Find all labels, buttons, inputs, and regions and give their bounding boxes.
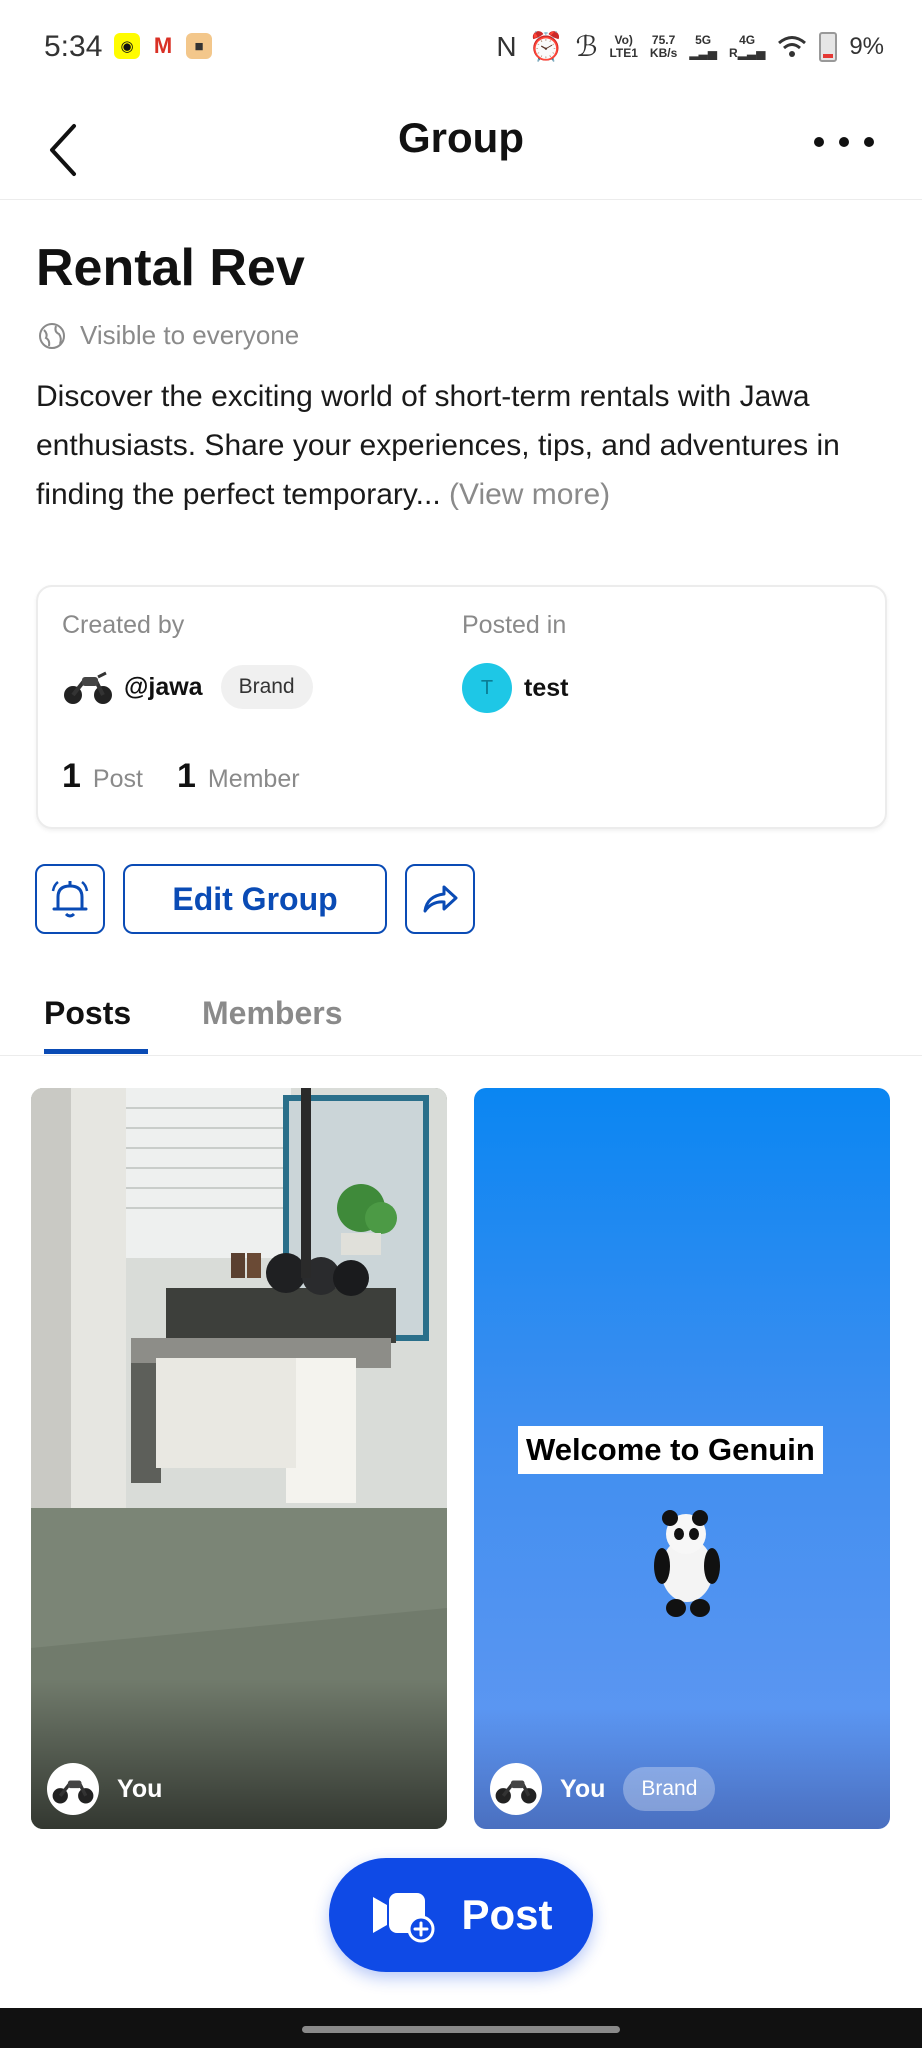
- post-author: You: [560, 1774, 606, 1803]
- status-time: 5:34: [44, 30, 103, 63]
- edit-group-button[interactable]: Edit Group: [123, 864, 387, 934]
- post-author: You: [117, 1774, 163, 1803]
- system-nav-bar: [0, 2008, 922, 2048]
- panda-sticker: [654, 1510, 720, 1617]
- amazon-icon: ■: [186, 33, 212, 59]
- tab-members[interactable]: Members: [202, 995, 343, 1032]
- channel-avatar: T: [462, 663, 512, 713]
- channel-row[interactable]: T test: [462, 663, 568, 713]
- home-handle[interactable]: [302, 2026, 620, 2033]
- alarm-icon: ⏰: [528, 31, 564, 62]
- active-tab-indicator: [44, 1049, 148, 1054]
- share-icon: [423, 885, 458, 913]
- brand-badge: Brand: [220, 665, 313, 709]
- post-footer: You Brand: [490, 1763, 716, 1815]
- member-count-label: Member: [207, 765, 300, 793]
- create-post-button[interactable]: Post: [329, 1858, 593, 1972]
- group-description: Discover the exciting world of short-ter…: [36, 372, 886, 519]
- member-count: 1: [176, 757, 196, 795]
- gmail-icon: M: [153, 33, 173, 58]
- share-button[interactable]: [405, 864, 475, 934]
- creator-handle: @jawa: [124, 672, 203, 701]
- visibility-label: Visible to everyone: [80, 320, 300, 350]
- dot-icon: [864, 137, 874, 147]
- group-name: Rental Rev: [36, 239, 305, 297]
- motorcycle-avatar-icon: [495, 1780, 537, 1804]
- globe-icon: [39, 322, 65, 349]
- bell-icon: [51, 880, 89, 918]
- create-post-label: Post: [461, 1891, 553, 1938]
- video-add-icon: [373, 1893, 435, 1943]
- group-info-card: Created by Posted in @jawa Brand T test …: [36, 585, 887, 829]
- signal-sim2-icon: 4G R▂▃▅: [728, 32, 766, 60]
- bluetooth-icon: ℬ: [575, 31, 598, 62]
- dot-icon: [839, 137, 849, 147]
- volte-indicator: Vo) LTE1: [609, 32, 638, 60]
- post-count: 1: [62, 757, 81, 795]
- page-title: Group: [398, 114, 524, 161]
- description-text: Discover the exciting world of short-ter…: [36, 380, 840, 511]
- motorcycle-avatar-icon: [52, 1780, 94, 1804]
- signal-sim1-icon: 5G ▂▃▅: [689, 32, 717, 60]
- nfc-icon: N: [496, 30, 517, 62]
- network-speed: 75.7 KB/s: [649, 32, 678, 60]
- brand-badge: Brand: [623, 1767, 716, 1811]
- post-card[interactable]: You: [31, 1088, 447, 1829]
- notification-button[interactable]: [35, 864, 105, 934]
- visibility-row: Visible to everyone: [38, 320, 299, 351]
- view-more-link[interactable]: (View more): [449, 478, 610, 511]
- snapchat-icon: ◉: [114, 33, 140, 59]
- notification-icons: ◉ M ■: [114, 33, 212, 59]
- posted-in-label: Posted in: [462, 611, 567, 639]
- author-avatar: [47, 1763, 99, 1815]
- channel-name: test: [524, 673, 569, 702]
- motorcycle-avatar-icon: [64, 671, 112, 704]
- creator-row[interactable]: @jawa Brand: [62, 665, 313, 709]
- status-bar: 5:34 ◉ M ■ N ⏰ ℬ Vo) LTE1 75.7 KB/s 5G ▂…: [0, 0, 922, 100]
- app-header: Group: [0, 100, 922, 200]
- battery-percent: 9%: [849, 32, 884, 60]
- wifi-icon: [778, 35, 807, 57]
- created-by-label: Created by: [62, 611, 185, 639]
- post-count-label: Post: [92, 765, 143, 793]
- tab-posts[interactable]: Posts: [44, 995, 131, 1032]
- group-stats: 1 Post 1 Member: [62, 757, 334, 796]
- post-footer: You: [47, 1763, 162, 1815]
- more-options-button[interactable]: [814, 122, 874, 162]
- battery-icon: [819, 31, 838, 62]
- tab-bar: Posts Members: [0, 975, 922, 1056]
- dot-icon: [814, 137, 824, 147]
- post-card[interactable]: Welcome to Genuin You Brand: [474, 1088, 890, 1829]
- post-overlay-text: Welcome to Genuin: [518, 1426, 823, 1474]
- author-avatar: [490, 1763, 542, 1815]
- system-icons: N ⏰ ℬ Vo) LTE1 75.7 KB/s 5G ▂▃▅ 4G R▂▃▅ …: [496, 30, 884, 63]
